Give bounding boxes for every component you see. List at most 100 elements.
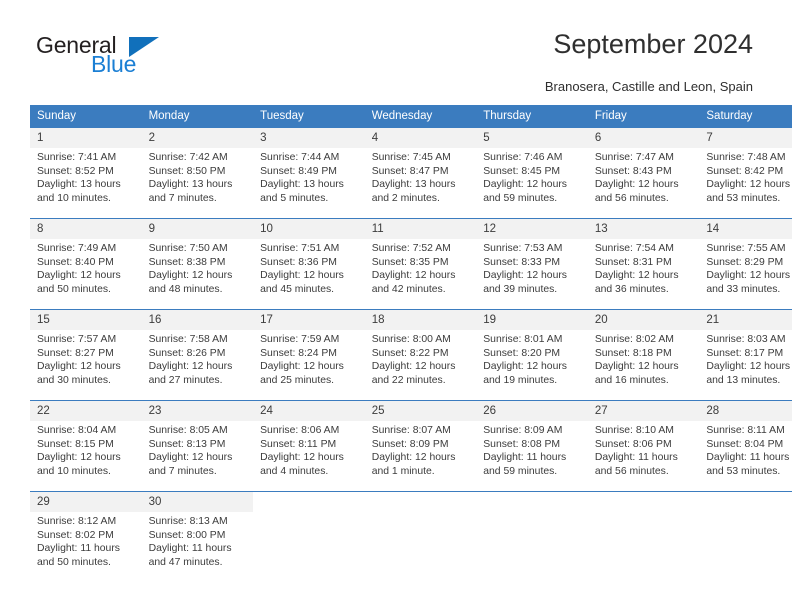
weekday-header-wednesday: Wednesday	[364, 105, 477, 128]
calendar-day-cell[interactable]: 7 Sunrise: 7:48 AM Sunset: 8:42 PM Daylight…	[699, 127, 792, 219]
day-number: 21	[699, 310, 792, 330]
sunset-time: Sunset: 8:20 PM	[483, 347, 561, 359]
calendar-body: 1 Sunrise: 7:41 AM Sunset: 8:52 PM Daylight…	[30, 127, 792, 575]
calendar-day-cell[interactable]: 1 Sunrise: 7:41 AM Sunset: 8:52 PM Daylight…	[30, 127, 142, 219]
day-number: 5	[476, 128, 588, 148]
calendar-day-cell[interactable]: 23 Sunrise: 8:05 AM Sunset: 8:13 PM Dayligh…	[141, 400, 254, 492]
calendar-day-cell[interactable]: 20 Sunrise: 8:02 AM Sunset: 8:18 PM Dayligh…	[587, 309, 700, 401]
daylight-duration-line1: Daylight: 13 hours	[371, 179, 456, 191]
calendar-day-cell[interactable]: 6 Sunrise: 7:47 AM Sunset: 8:43 PM Daylight…	[587, 127, 700, 219]
day-number: 13	[587, 219, 700, 239]
calendar-day-cell[interactable]: 27 Sunrise: 8:10 AM Sunset: 8:06 PM Dayligh…	[587, 400, 700, 492]
day-number: 28	[699, 401, 792, 421]
sunset-time: Sunset: 8:31 PM	[594, 256, 672, 268]
daylight-duration-line2: and 56 minutes.	[594, 192, 669, 204]
general-blue-logo[interactable]: General Blue	[36, 32, 226, 84]
day-cell-inner: 25 Sunrise: 8:07 AM Sunset: 8:09 PM Dayligh…	[364, 401, 477, 491]
day-cell-inner: 8 Sunrise: 7:49 AM Sunset: 8:40 PM Daylight…	[30, 219, 142, 309]
day-sun-info: Sunrise: 8:07 AM Sunset: 8:09 PM Daylight:…	[365, 421, 477, 478]
day-cell-inner: 14 Sunrise: 7:55 AM Sunset: 8:29 PM Dayligh…	[699, 219, 792, 309]
daylight-duration-line2: and 19 minutes.	[483, 374, 558, 386]
day-sun-info: Sunrise: 8:09 AM Sunset: 8:08 PM Daylight:…	[476, 421, 588, 478]
sunrise-time: Sunrise: 7:54 AM	[594, 243, 674, 254]
daylight-duration-line1: Daylight: 12 hours	[37, 361, 121, 373]
day-sun-info: Sunrise: 7:59 AM Sunset: 8:24 PM Daylight:…	[253, 330, 365, 387]
sunset-time: Sunset: 8:33 PM	[483, 256, 561, 268]
sunrise-time: Sunrise: 8:05 AM	[148, 425, 228, 436]
day-sun-info: Sunrise: 8:02 AM Sunset: 8:18 PM Daylight:…	[588, 330, 700, 387]
daylight-duration-line2: and 10 minutes.	[37, 465, 111, 477]
sunrise-time: Sunrise: 7:41 AM	[37, 152, 117, 163]
calendar-day-cell[interactable]: 21 Sunrise: 8:03 AM Sunset: 8:17 PM Dayligh…	[699, 309, 792, 401]
day-number: 22	[30, 401, 142, 421]
day-sun-info: Sunrise: 8:11 AM Sunset: 8:04 PM Daylight:…	[699, 421, 792, 478]
calendar-day-cell[interactable]: 18 Sunrise: 8:00 AM Sunset: 8:22 PM Dayligh…	[364, 309, 477, 401]
sunrise-time: Sunrise: 7:52 AM	[371, 243, 451, 254]
calendar-day-cell[interactable]: 11 Sunrise: 7:52 AM Sunset: 8:35 PM Dayligh…	[364, 218, 477, 310]
calendar-day-cell[interactable]: 15 Sunrise: 7:57 AM Sunset: 8:27 PM Dayligh…	[30, 309, 142, 401]
day-number	[476, 492, 588, 512]
day-cell-inner: 19 Sunrise: 8:01 AM Sunset: 8:20 PM Dayligh…	[476, 310, 588, 400]
weekday-header-thursday: Thursday	[476, 105, 588, 128]
sunset-time: Sunset: 8:27 PM	[37, 347, 114, 359]
calendar-day-cell[interactable]: 29 Sunrise: 8:12 AM Sunset: 8:02 PM Dayligh…	[30, 491, 142, 575]
calendar-day-cell[interactable]: 9 Sunrise: 7:50 AM Sunset: 8:38 PM Daylight…	[141, 218, 254, 310]
daylight-duration-line2: and 56 minutes.	[594, 465, 669, 477]
calendar-day-cell[interactable]: 10 Sunrise: 7:51 AM Sunset: 8:36 PM Dayligh…	[253, 218, 365, 310]
daylight-duration-line1: Daylight: 12 hours	[37, 270, 121, 282]
sunset-time: Sunset: 8:09 PM	[371, 438, 449, 450]
day-number: 4	[364, 128, 477, 148]
daylight-duration-line2: and 48 minutes.	[148, 283, 223, 295]
day-number: 8	[30, 219, 142, 239]
day-number	[699, 492, 792, 512]
calendar-day-cell[interactable]: 14 Sunrise: 7:55 AM Sunset: 8:29 PM Dayligh…	[699, 218, 792, 310]
calendar-day-cell[interactable]: 28 Sunrise: 8:11 AM Sunset: 8:04 PM Dayligh…	[699, 400, 792, 492]
calendar-day-cell[interactable]: 17 Sunrise: 7:59 AM Sunset: 8:24 PM Dayligh…	[253, 309, 365, 401]
calendar-day-cell[interactable]: 5 Sunrise: 7:46 AM Sunset: 8:45 PM Daylight…	[476, 127, 588, 219]
calendar-day-cell[interactable]: 22 Sunrise: 8:04 AM Sunset: 8:15 PM Dayligh…	[30, 400, 142, 492]
sunset-time: Sunset: 8:47 PM	[371, 165, 449, 177]
day-number: 29	[30, 492, 142, 512]
calendar-day-cell[interactable]: 8 Sunrise: 7:49 AM Sunset: 8:40 PM Daylight…	[30, 218, 142, 310]
sunrise-time: Sunrise: 8:11 AM	[706, 425, 785, 436]
daylight-duration-line2: and 59 minutes.	[483, 465, 558, 477]
calendar-day-cell[interactable]: 12 Sunrise: 7:53 AM Sunset: 8:33 PM Dayligh…	[476, 218, 588, 310]
sunrise-time: Sunrise: 7:55 AM	[706, 243, 786, 254]
weekday-header-saturday: Saturday	[699, 105, 792, 128]
day-cell-inner: 23 Sunrise: 8:05 AM Sunset: 8:13 PM Dayligh…	[141, 401, 254, 491]
calendar-page: General Blue September 2024 Branosera, C…	[0, 0, 792, 612]
calendar-table: Sunday Monday Tuesday Wednesday Thursday…	[30, 105, 792, 575]
calendar-day-cell[interactable]: 13 Sunrise: 7:54 AM Sunset: 8:31 PM Dayligh…	[587, 218, 700, 310]
day-sun-info: Sunrise: 7:45 AM Sunset: 8:47 PM Daylight:…	[365, 148, 477, 205]
day-sun-info: Sunrise: 8:06 AM Sunset: 8:11 PM Daylight:…	[253, 421, 365, 478]
calendar-day-cell	[364, 491, 477, 575]
calendar-day-cell[interactable]: 16 Sunrise: 7:58 AM Sunset: 8:26 PM Dayligh…	[141, 309, 254, 401]
calendar-day-cell[interactable]: 26 Sunrise: 8:09 AM Sunset: 8:08 PM Dayligh…	[476, 400, 588, 492]
daylight-duration-line2: and 22 minutes.	[371, 374, 446, 386]
sunrise-time: Sunrise: 7:45 AM	[371, 152, 451, 163]
day-sun-info: Sunrise: 7:48 AM Sunset: 8:42 PM Daylight:…	[699, 148, 792, 205]
daylight-duration-line1: Daylight: 12 hours	[148, 452, 233, 464]
daylight-duration-line2: and 13 minutes.	[706, 374, 781, 386]
calendar-day-cell[interactable]: 19 Sunrise: 8:01 AM Sunset: 8:20 PM Dayligh…	[476, 309, 588, 401]
calendar-day-cell[interactable]: 2 Sunrise: 7:42 AM Sunset: 8:50 PM Daylight…	[141, 127, 254, 219]
day-sun-info: Sunrise: 7:55 AM Sunset: 8:29 PM Daylight:…	[699, 239, 792, 296]
calendar-day-cell[interactable]: 30 Sunrise: 8:13 AM Sunset: 8:00 PM Dayligh…	[141, 491, 254, 575]
daylight-duration-line1: Daylight: 12 hours	[594, 361, 679, 373]
calendar-day-cell	[476, 491, 588, 575]
sunset-time: Sunset: 8:42 PM	[706, 165, 784, 177]
sunrise-time: Sunrise: 8:13 AM	[148, 516, 228, 527]
sunrise-time: Sunrise: 7:59 AM	[260, 334, 340, 345]
calendar-day-cell[interactable]: 24 Sunrise: 8:06 AM Sunset: 8:11 PM Dayligh…	[253, 400, 365, 492]
daylight-duration-line1: Daylight: 12 hours	[483, 179, 567, 191]
day-number: 11	[364, 219, 477, 239]
sunrise-time: Sunrise: 8:01 AM	[483, 334, 563, 345]
daylight-duration-line1: Daylight: 11 hours	[483, 452, 567, 464]
calendar-day-cell[interactable]: 25 Sunrise: 8:07 AM Sunset: 8:09 PM Dayligh…	[364, 400, 477, 492]
sunset-time: Sunset: 8:50 PM	[148, 165, 226, 177]
daylight-duration-line1: Daylight: 12 hours	[148, 361, 233, 373]
calendar-day-cell	[253, 491, 365, 575]
calendar-day-cell[interactable]: 3 Sunrise: 7:44 AM Sunset: 8:49 PM Daylight…	[253, 127, 365, 219]
calendar-day-cell[interactable]: 4 Sunrise: 7:45 AM Sunset: 8:47 PM Daylight…	[364, 127, 477, 219]
day-number: 18	[364, 310, 477, 330]
